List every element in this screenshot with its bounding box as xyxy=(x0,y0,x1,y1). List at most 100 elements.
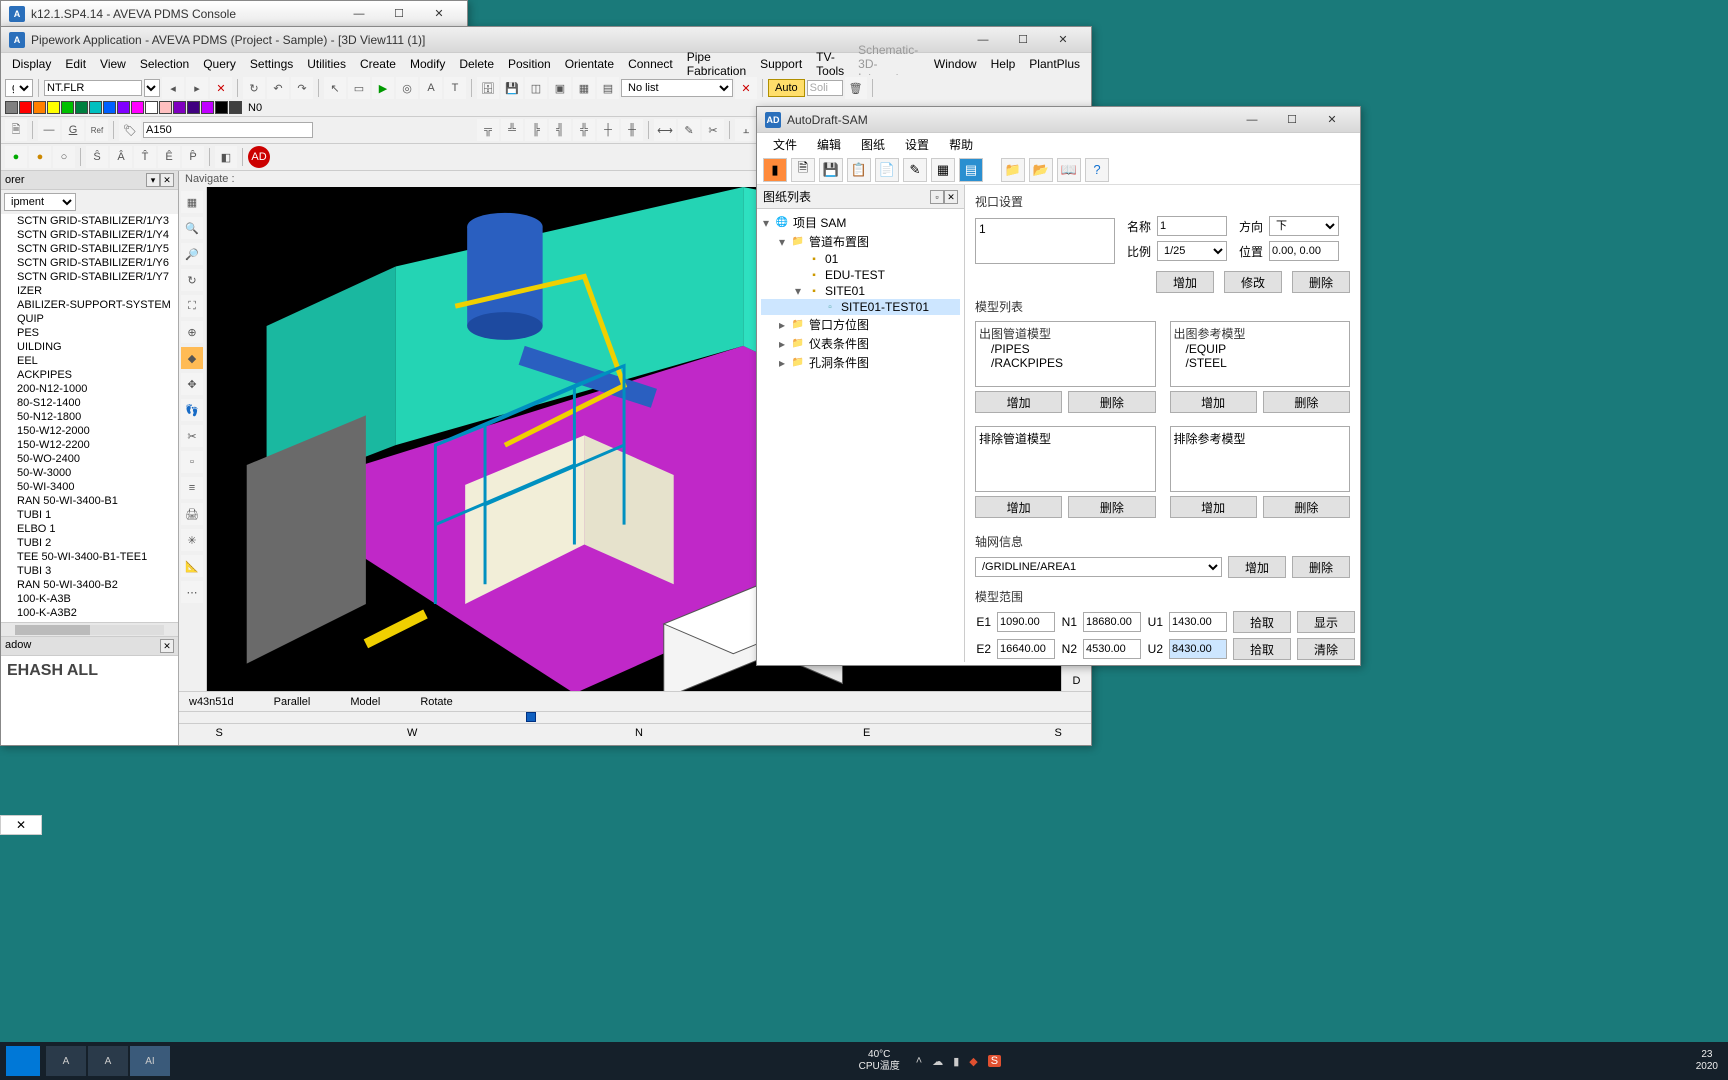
nav-tool-rotate[interactable]: ↻ xyxy=(181,269,203,291)
tree-item[interactable]: EEL xyxy=(1,354,178,368)
pick1-button[interactable]: 拾取 xyxy=(1233,611,1291,633)
tree-pin-button[interactable]: ▫ xyxy=(930,190,944,204)
explorer-header[interactable]: orer ▾ ✕ xyxy=(1,171,178,190)
tree-nozzle[interactable]: 管口方位图 xyxy=(809,316,869,333)
ad-tool-book[interactable]: 📖 xyxy=(1057,158,1081,182)
green-circle-button[interactable]: ● xyxy=(5,146,27,168)
nav-tool-snap[interactable]: ✳ xyxy=(181,529,203,551)
menu-utilities[interactable]: Utilities xyxy=(300,55,353,73)
color-swatch[interactable] xyxy=(131,101,144,114)
explorer-pin-button[interactable]: ▾ xyxy=(146,173,160,187)
tile-button[interactable]: ▤ xyxy=(597,77,619,99)
text-t-button[interactable]: T xyxy=(444,77,466,99)
refresh-button[interactable]: ↻ xyxy=(243,77,265,99)
tray-up-icon[interactable]: ˄ xyxy=(916,1055,922,1067)
filter-e-button[interactable]: Ê xyxy=(158,146,180,168)
system-tray[interactable]: ˄ ☁ ▮ ◆ S xyxy=(916,1055,1001,1068)
clock[interactable]: 23 2020 xyxy=(1696,1049,1722,1073)
nav-tool-center[interactable]: ⊕ xyxy=(181,321,203,343)
console-max-button[interactable]: ☐ xyxy=(379,2,419,26)
filter-t-button[interactable]: T̂ xyxy=(134,146,156,168)
show-button[interactable]: 显示 xyxy=(1297,611,1355,633)
undo-button[interactable]: ↶ xyxy=(267,77,289,99)
pick2-button[interactable]: 拾取 xyxy=(1233,638,1291,660)
tree-item[interactable]: TUBI 1 xyxy=(1,508,178,522)
pdms-max-button[interactable]: ☐ xyxy=(1003,28,1043,52)
autodraft-min-button[interactable]: — xyxy=(1232,108,1272,132)
dim-tool-1[interactable]: ⟷ xyxy=(654,119,676,141)
redo-button[interactable]: ↷ xyxy=(291,77,313,99)
tray-shield-icon[interactable]: ◆ xyxy=(969,1055,977,1068)
autodraft-max-button[interactable]: ☐ xyxy=(1272,108,1312,132)
pipe-item-0[interactable]: /PIPES xyxy=(979,342,1152,356)
color-swatch[interactable] xyxy=(117,101,130,114)
tray-s-icon[interactable]: S xyxy=(988,1055,1001,1067)
e2-input[interactable] xyxy=(997,639,1055,659)
ad-tool-grid[interactable]: ▦ xyxy=(931,158,955,182)
viewport-list[interactable]: 1 xyxy=(975,218,1115,264)
filter-p-button[interactable]: P̂ xyxy=(182,146,204,168)
u1-input[interactable] xyxy=(1169,612,1227,632)
list-dropdown[interactable]: No list xyxy=(621,79,733,97)
drawing-tree[interactable]: ▾🌐项目 SAM ▾📁管道布置图 ▪01 ▪EDU-TEST ▾▪SITE01 … xyxy=(757,209,964,662)
explorer-type-dropdown[interactable]: ipment xyxy=(4,193,76,211)
menu-window[interactable]: Window xyxy=(927,55,984,73)
tree-item[interactable]: SCTN GRID-STABILIZER/1/Y3 xyxy=(1,214,178,228)
nav-tool-zoom-in[interactable]: 🔍 xyxy=(181,217,203,239)
menu-orientate[interactable]: Orientate xyxy=(558,55,621,73)
ad-tool-1[interactable]: ▮ xyxy=(763,158,787,182)
pdms-close-button[interactable]: ✕ xyxy=(1043,28,1083,52)
nav-tool-more[interactable]: ⋯ xyxy=(181,581,203,603)
autodraft-close-button[interactable]: ✕ xyxy=(1312,108,1352,132)
menu-display[interactable]: Display xyxy=(5,55,58,73)
color-swatch[interactable] xyxy=(89,101,102,114)
pdms-min-button[interactable]: — xyxy=(963,28,1003,52)
nav-tool-box[interactable]: ▫ xyxy=(181,451,203,473)
tree-item[interactable]: TUBI 2 xyxy=(1,536,178,550)
color-swatch[interactable] xyxy=(159,101,172,114)
nav-tool-fit[interactable]: ⛶ xyxy=(181,295,203,317)
position-input[interactable] xyxy=(1269,241,1339,261)
console-min-button[interactable]: — xyxy=(339,2,379,26)
text-a-button[interactable]: A xyxy=(420,77,442,99)
soli-input[interactable] xyxy=(807,80,843,96)
direction-select[interactable]: 下 xyxy=(1269,216,1339,236)
play-button[interactable]: ▶ xyxy=(372,77,394,99)
tree-item[interactable]: QUIP xyxy=(1,312,178,326)
nav-close-button[interactable]: ✕ xyxy=(210,77,232,99)
pipe-model-list[interactable]: 出图管道模型 /PIPES /RACKPIPES xyxy=(975,321,1156,387)
tree-item[interactable]: SCTN GRID-STABILIZER/1/Y6 xyxy=(1,256,178,270)
scale-select[interactable]: 1/25 xyxy=(1157,241,1227,261)
menu-help[interactable]: Help xyxy=(984,55,1023,73)
tree-item[interactable]: PES xyxy=(1,326,178,340)
pdms-titlebar[interactable]: A Pipework Application - AVEVA PDMS (Pro… xyxy=(1,27,1091,53)
nav-tool-clip[interactable]: ✂ xyxy=(181,425,203,447)
tray-battery-icon[interactable]: ▮ xyxy=(953,1055,959,1068)
excl-pipe-add-button[interactable]: 增加 xyxy=(975,496,1062,518)
ad-tool-folder2[interactable]: 📂 xyxy=(1029,158,1053,182)
pipe-tool-7[interactable]: ╫ xyxy=(621,119,643,141)
tree-hole[interactable]: 孔洞条件图 xyxy=(809,354,869,371)
menu-edit[interactable]: Edit xyxy=(58,55,93,73)
timeline-thumb[interactable] xyxy=(526,712,536,722)
n2-input[interactable] xyxy=(1083,639,1141,659)
color-swatch[interactable] xyxy=(187,101,200,114)
nav-back-button[interactable]: ◂ xyxy=(162,77,184,99)
menu-selection[interactable]: Selection xyxy=(133,55,196,73)
menu-position[interactable]: Position xyxy=(501,55,558,73)
nav-tool-print[interactable]: 🖨 xyxy=(181,503,203,525)
command-window-header[interactable]: adow ✕ xyxy=(1,636,178,655)
ad-tool-blue[interactable]: ▤ xyxy=(959,158,983,182)
g-underline-button[interactable]: G xyxy=(62,119,84,141)
ref-model-list[interactable]: 出图参考模型 /EQUIP /STEEL xyxy=(1170,321,1351,387)
nav-tool-zoom-out[interactable]: 🔎 xyxy=(181,243,203,265)
ad-tool-copy[interactable]: 📋 xyxy=(847,158,871,182)
console-close-button[interactable]: ✕ xyxy=(419,2,459,26)
color-swatch[interactable] xyxy=(215,101,228,114)
cmd-close-button[interactable]: ✕ xyxy=(160,639,174,653)
menu-create[interactable]: Create xyxy=(353,55,403,73)
auto-button[interactable]: Auto xyxy=(768,79,805,97)
tree-site01[interactable]: SITE01 xyxy=(825,284,865,298)
tree-item[interactable]: RAN 50-WI-3400-B2 xyxy=(1,578,178,592)
tree-item[interactable]: TUBI 3 xyxy=(1,564,178,578)
